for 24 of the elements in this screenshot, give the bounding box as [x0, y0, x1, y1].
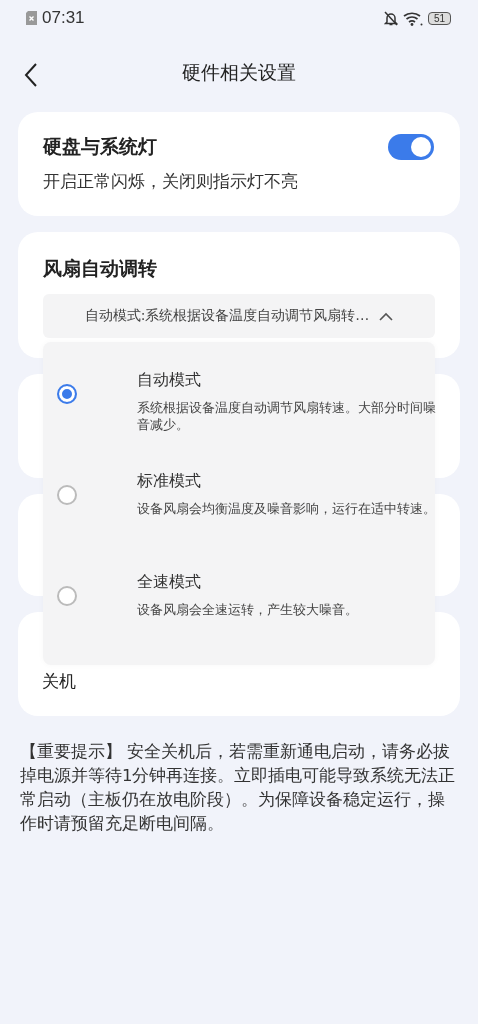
wifi-icon — [402, 10, 423, 26]
notice-text: 【重要提示】 安全关机后，若需重新通电启动，请务必拔掉电源并等待1分钟再连接。立即插电可能导致系统无法正常启动（主板仍在放电阶段）。为保障设备稳定运行，操作时请预留充足断电间隔。 — [20, 741, 457, 835]
setting-description: 开启正常闪烁，关闭则指示灯不亮 — [43, 170, 299, 193]
option-title[interactable]: 全速模式 — [137, 572, 437, 593]
option-title[interactable]: 标准模式 — [137, 471, 437, 492]
sim-icon — [26, 11, 37, 25]
radio-button[interactable] — [57, 384, 77, 404]
back-button[interactable] — [22, 61, 40, 89]
clock-time: 07:31 — [42, 8, 85, 28]
caret-icon — [379, 311, 394, 321]
battery-indicator: 51 — [427, 11, 451, 25]
mode-select[interactable]: 自动模式:系统根据设备温度自动调节风扇转… — [43, 294, 435, 338]
option-description: 系统根据设备温度自动调节风扇转速。大部分时间噪音减少。 — [137, 399, 437, 433]
setting-title: 硬盘与系统灯 — [43, 134, 157, 159]
setting-title: 风扇自动调转 — [43, 256, 158, 281]
option-title[interactable]: 自动模式 — [137, 370, 437, 391]
page-title: 硬件相关设置 — [182, 60, 296, 85]
bell-off-icon — [383, 10, 398, 26]
option-description: 设备风扇会全速运转，产生较大噪音。 — [137, 601, 359, 618]
shutdown-label[interactable]: 关机 — [42, 671, 76, 691]
radio-button[interactable] — [57, 485, 77, 505]
option-description: 设备风扇会均衡温度及噪音影响，运行在适中转速。 — [137, 500, 437, 517]
radio-button[interactable] — [57, 586, 77, 606]
toggle-switch[interactable] — [388, 134, 434, 160]
